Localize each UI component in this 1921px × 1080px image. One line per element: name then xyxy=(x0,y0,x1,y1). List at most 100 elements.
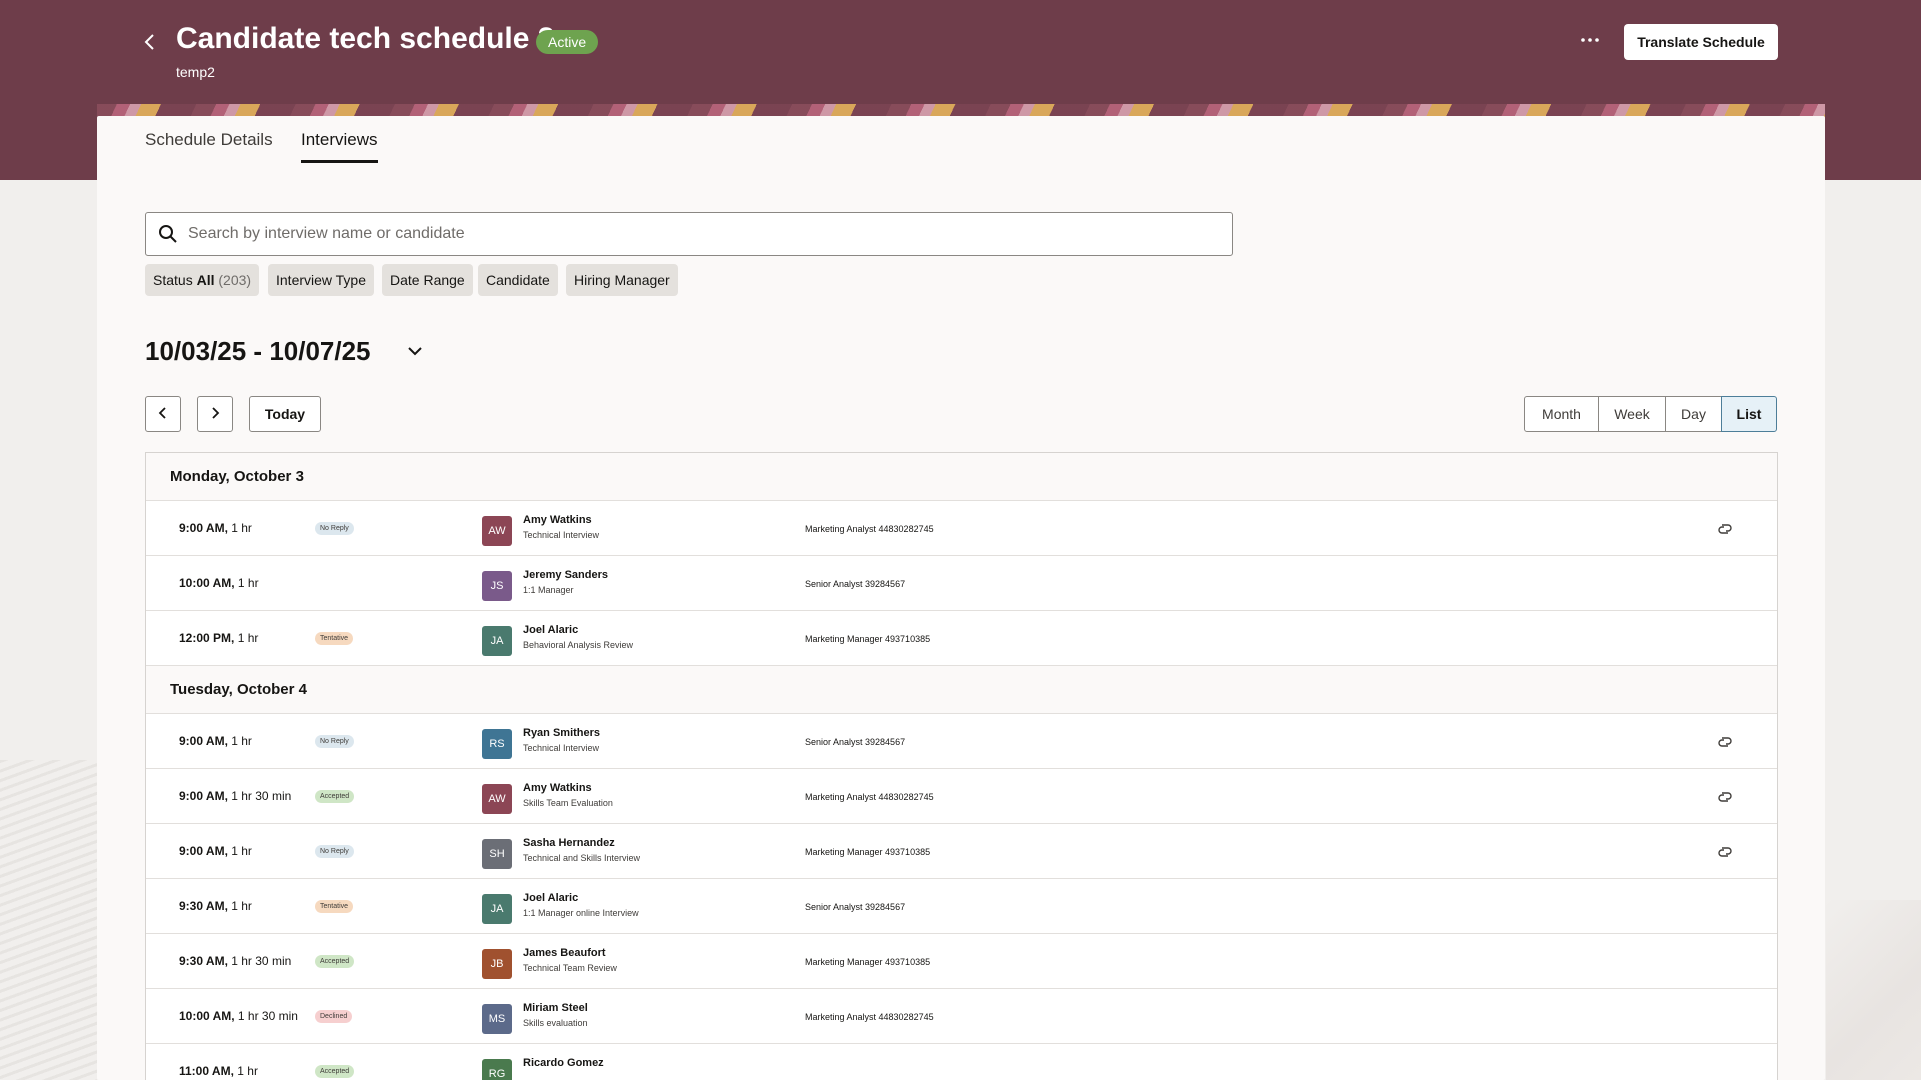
candidate-name[interactable]: Jeremy Sanders xyxy=(523,569,608,581)
interview-duration: 1 hr xyxy=(237,1064,258,1078)
link-icon[interactable] xyxy=(1716,788,1734,806)
candidate-name[interactable]: Ricardo Gomez xyxy=(523,1057,604,1069)
search-icon xyxy=(159,225,177,243)
job-requisition: Senior Analyst 39284567 xyxy=(805,902,906,912)
search-input[interactable] xyxy=(188,221,1218,247)
candidate-name[interactable]: Ryan Smithers xyxy=(523,727,600,739)
interview-duration: 1 hr 30 min xyxy=(231,954,292,968)
filter-interview-type[interactable]: Interview Type xyxy=(268,264,375,296)
filter-status-label: Status xyxy=(153,272,193,288)
interview-duration: 1 hr xyxy=(237,631,259,645)
corner-decoration xyxy=(1826,900,1921,1080)
interview-row[interactable]: 12:00 PM, 1 hr Tentative JA Joel Alaric Beha… xyxy=(146,611,1777,666)
chevron-left-icon xyxy=(144,34,154,50)
day-header: Monday, October 3 xyxy=(146,453,1777,501)
view-month-button[interactable]: Month xyxy=(1524,396,1599,432)
interview-time: 12:00 PM, 1 hr xyxy=(179,631,258,645)
candidate-name[interactable]: Amy Watkins xyxy=(523,514,592,526)
job-requisition: Marketing Manager 493710385 xyxy=(805,634,931,644)
candidate-name[interactable]: Joel Alaric xyxy=(523,624,578,636)
interview-row[interactable]: 11:00 AM, 1 hr Accepted RG Ricardo Gomez xyxy=(146,1044,1777,1080)
link-icon[interactable] xyxy=(1716,843,1734,861)
date-range-title: 10/03/25 - 10/07/25 xyxy=(145,336,371,366)
next-button[interactable] xyxy=(197,396,233,432)
candidate-name[interactable]: Amy Watkins xyxy=(523,782,592,794)
view-week-button[interactable]: Week xyxy=(1598,396,1666,432)
avatar: JA xyxy=(482,894,512,924)
candidate-name[interactable]: James Beaufort xyxy=(523,947,606,959)
job-requisition: Marketing Manager 493710385 xyxy=(805,957,931,967)
interview-row[interactable]: 9:00 AM, 1 hr No Reply SH Sasha Hernandez Te… xyxy=(146,824,1777,879)
filter-status-value: All xyxy=(196,272,215,288)
interview-start-time: 9:00 AM, xyxy=(179,789,228,803)
search-box xyxy=(145,212,1233,256)
interview-time: 9:00 AM, 1 hr xyxy=(179,734,252,748)
interview-type: Skills evaluation xyxy=(523,1018,588,1028)
interview-type: Technical and Skills Interview xyxy=(523,853,641,863)
interview-row[interactable]: 9:00 AM, 1 hr 30 min Accepted AW Amy Watkin… xyxy=(146,769,1777,824)
job-requisition: Senior Analyst 39284567 xyxy=(805,579,906,589)
back-button[interactable] xyxy=(138,28,162,56)
interview-time: 9:30 AM, 1 hr xyxy=(179,899,252,913)
interview-row[interactable]: 9:00 AM, 1 hr No Reply AW Amy Watkins Techni… xyxy=(146,501,1777,556)
translate-schedule-button[interactable]: Translate Schedule xyxy=(1624,24,1778,60)
job-requisition: Marketing Manager 493710385 xyxy=(805,847,931,857)
interview-time: 10:00 AM, 1 hr xyxy=(179,576,259,590)
status-pill: Accepted xyxy=(315,790,355,803)
interview-type: 1:1 Manager online Interview xyxy=(523,908,639,918)
interview-start-time: 11:00 AM, xyxy=(179,1064,234,1078)
previous-button[interactable] xyxy=(145,396,181,432)
more-actions-icon[interactable] xyxy=(1578,28,1602,52)
interview-duration: 1 hr xyxy=(231,899,252,913)
status-pill: No Reply xyxy=(315,845,354,858)
filter-candidate[interactable]: Candidate xyxy=(478,264,558,296)
interview-row[interactable]: 9:00 AM, 1 hr No Reply RS Ryan Smithers Tech… xyxy=(146,714,1777,769)
page-subtitle: temp2 xyxy=(176,64,215,80)
avatar: JS xyxy=(482,571,512,601)
view-day-button[interactable]: Day xyxy=(1665,396,1722,432)
interview-list: Monday, October 3 9:00 AM, 1 hr No Reply AW… xyxy=(145,452,1778,1080)
link-icon[interactable] xyxy=(1716,520,1734,538)
interview-row[interactable]: 9:30 AM, 1 hr 30 min Accepted JB James Beau… xyxy=(146,934,1777,989)
tab-schedule-details[interactable]: Schedule Details xyxy=(145,130,273,160)
view-list-button[interactable]: List xyxy=(1721,396,1777,432)
interview-start-time: 9:00 AM, xyxy=(179,521,228,535)
interview-start-time: 12:00 PM, xyxy=(179,631,235,645)
interview-type: 1:1 Manager xyxy=(523,585,574,595)
chevron-down-icon[interactable] xyxy=(406,342,424,360)
candidate-name[interactable]: Joel Alaric xyxy=(523,892,578,904)
interview-row[interactable]: 10:00 AM, 1 hr 30 min Declined MS Miriam St… xyxy=(146,989,1777,1044)
job-requisition: Marketing Analyst 44830282745 xyxy=(805,792,934,802)
interview-start-time: 10:00 AM, xyxy=(179,576,235,590)
tab-interviews[interactable]: Interviews xyxy=(301,130,378,163)
interview-start-time: 10:00 AM, xyxy=(179,1009,235,1023)
status-pill: Declined xyxy=(315,1010,353,1023)
interview-time: 9:30 AM, 1 hr 30 min xyxy=(179,954,291,968)
status-pill: No Reply xyxy=(315,522,354,535)
avatar: MS xyxy=(482,1004,512,1034)
today-button[interactable]: Today xyxy=(249,396,321,432)
interview-row[interactable]: 9:30 AM, 1 hr Tentative JA Joel Alaric 1:1 M… xyxy=(146,879,1777,934)
avatar: JB xyxy=(482,949,512,979)
interview-start-time: 9:00 AM, xyxy=(179,844,228,858)
avatar: JA xyxy=(482,626,512,656)
link-icon[interactable] xyxy=(1716,733,1734,751)
filter-status[interactable]: Status All (203) xyxy=(145,264,260,296)
avatar: RS xyxy=(482,729,512,759)
interview-start-time: 9:30 AM, xyxy=(179,954,228,968)
filter-date-range[interactable]: Date Range xyxy=(382,264,473,296)
avatar: AW xyxy=(482,784,512,814)
avatar: SH xyxy=(482,839,512,869)
status-pill: No Reply xyxy=(315,735,354,748)
candidate-name[interactable]: Sasha Hernandez xyxy=(523,837,615,849)
interview-time: 10:00 AM, 1 hr 30 min xyxy=(179,1009,298,1023)
candidate-name[interactable]: Miriam Steel xyxy=(523,1002,588,1014)
interview-type: Behavioral Analysis Review xyxy=(523,640,634,650)
filter-hiring-manager[interactable]: Hiring Manager xyxy=(566,264,678,296)
interview-duration: 1 hr 30 min xyxy=(231,789,292,803)
status-pill: Tentative xyxy=(315,900,354,913)
chevron-left-icon xyxy=(158,406,166,419)
interview-type: Technical Interview xyxy=(523,530,600,540)
interview-row[interactable]: 10:00 AM, 1 hr JS Jeremy Sanders 1:1 Manage… xyxy=(146,556,1777,611)
page-title: Candidate tech schedule 2 xyxy=(176,22,555,55)
